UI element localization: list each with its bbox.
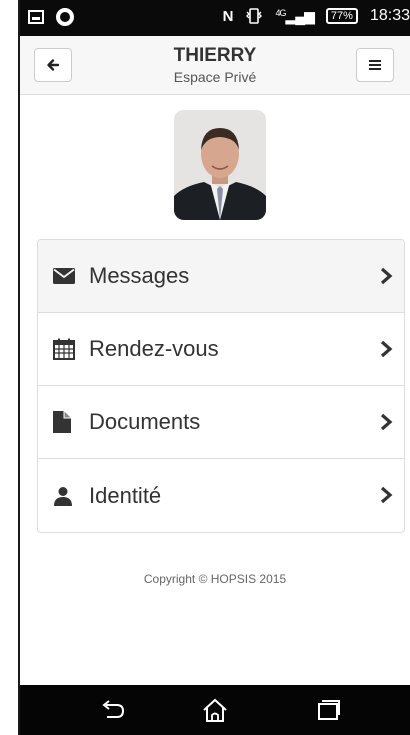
status-right-icons: N 4G▂▄▆ 77% 18:33 (223, 7, 410, 25)
status-bar: N 4G▂▄▆ 77% 18:33 (20, 0, 410, 36)
document-icon (53, 411, 71, 433)
menu-item-label: Identité (89, 482, 162, 508)
chevron-right-icon (380, 267, 393, 285)
chevron-right-icon (380, 486, 393, 504)
menu-item-label: Documents (89, 409, 201, 434)
menu-item-messages[interactable]: Messages (38, 240, 404, 313)
recent-apps-icon[interactable] (314, 697, 342, 723)
status-time: 18:33 (369, 7, 410, 24)
page-subtitle: Espace Privé (173, 69, 257, 85)
app-screen: N 4G▂▄▆ 77% 18:33 THIERRY Espace Privé M… (20, 0, 410, 735)
home-nav-icon[interactable] (201, 697, 229, 723)
page-title: THIERRY (173, 45, 257, 66)
menu-item-label: Messages (89, 263, 190, 288)
status-left-icons (28, 8, 74, 26)
vibrate-icon (246, 8, 263, 24)
envelope-icon (53, 268, 75, 284)
menu-button[interactable] (356, 48, 394, 82)
hamburger-menu-icon (369, 60, 381, 70)
menu-item-identite[interactable]: Identité (38, 459, 404, 532)
calendar-icon (53, 338, 75, 360)
app-header: THIERRY Espace Privé (20, 36, 410, 95)
signal-icon: 4G▂▄▆ (275, 7, 314, 24)
nfc-icon: N (222, 7, 234, 25)
app-notification-icon (56, 8, 74, 26)
menu-list: Messages Rendez-vous Documents Identité (37, 239, 405, 533)
copyright-text: Copyright © HOPSIS 2015 (143, 572, 287, 586)
menu-item-label: Rendez-vous (89, 336, 219, 361)
battery-icon: 77% (325, 8, 358, 24)
menu-item-documents[interactable]: Documents (38, 386, 404, 459)
chevron-right-icon (380, 340, 393, 358)
user-icon (54, 486, 72, 506)
profile-avatar (174, 110, 266, 220)
menu-item-rendez-vous[interactable]: Rendez-vous (38, 313, 404, 386)
back-nav-icon[interactable] (98, 697, 126, 723)
navigation-bar (20, 685, 410, 735)
gallery-notification-icon (28, 10, 44, 24)
chevron-right-icon (380, 413, 393, 431)
